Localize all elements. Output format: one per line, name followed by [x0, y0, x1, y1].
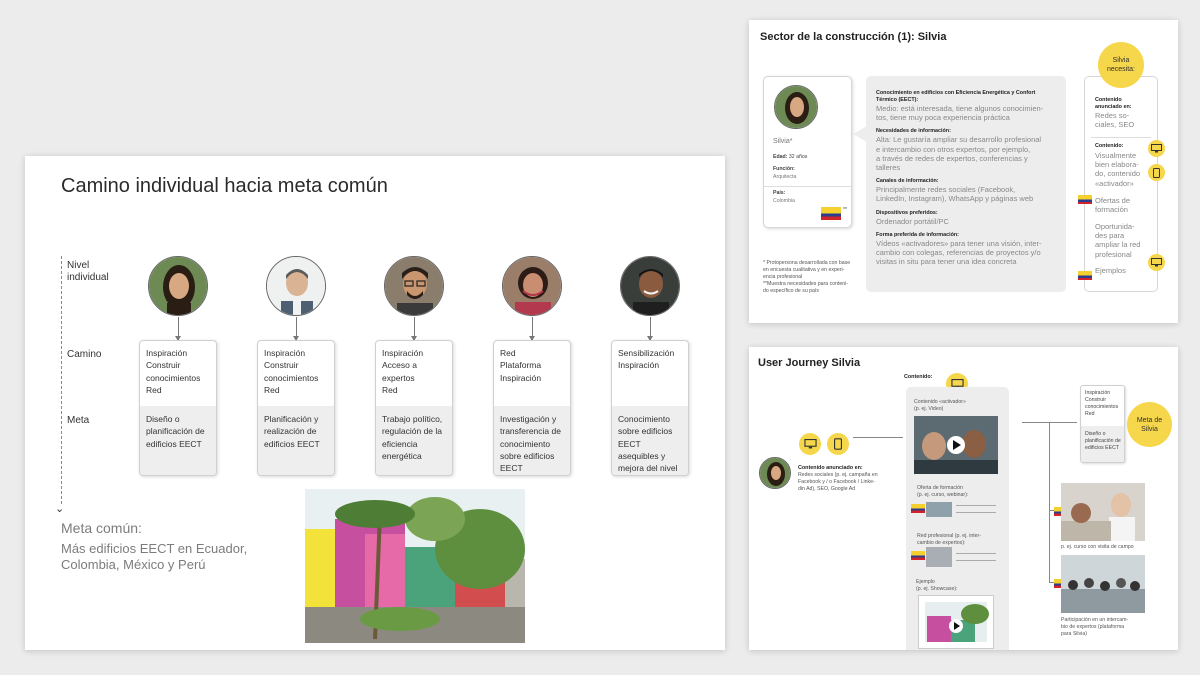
profile-edad: Edad: 32 años	[773, 154, 808, 160]
field-course-photo	[1061, 483, 1145, 541]
meta-text-2: Planificación y realización de edificios…	[264, 414, 320, 449]
avatar-silvia-journey	[759, 457, 791, 489]
journey-slide-title: User Journey Silvia	[758, 357, 861, 369]
row-label-meta: Meta	[67, 415, 90, 426]
needs-panel: Contenido anunciado en: Redes so-ciales, …	[1084, 76, 1165, 292]
connector-3	[1049, 422, 1050, 582]
meta-card: Inspiración Construir conocimientos Red Di…	[1080, 385, 1125, 463]
path-card-5: Sensibilización Inspiración Conocimiento…	[611, 340, 689, 476]
path-card-1: Inspiración Construir conocimientos Red …	[139, 340, 217, 476]
chevron-down-icon: ⌄	[55, 503, 65, 515]
red-thumbnail	[926, 547, 952, 567]
row-label-nivel: Nivel individual	[67, 260, 109, 283]
profile-pais-value: Colombia	[773, 198, 795, 204]
path-card-3: Inspiración Acceso a expertos Red Trabaj…	[375, 340, 453, 476]
connector-1	[853, 437, 903, 438]
row-label-camino: Camino	[67, 349, 102, 360]
profile-pais-label: País:	[773, 190, 786, 196]
expert-exchange-photo	[1061, 555, 1145, 613]
needs-badge: Silvia necesita:	[1098, 42, 1144, 88]
contenido-label: Contenido:	[904, 374, 933, 380]
monitor-icon	[1148, 140, 1165, 157]
meta-text-5: Conocimiento sobre edificios EECT asequi…	[618, 414, 678, 474]
meta-text-3: Trabajo político, regulación de la efici…	[382, 414, 443, 461]
main-slide: Camino individual hacia meta común ⌄ Niv…	[25, 156, 725, 650]
meta-comun-text: Más edificios EECT en Ecuador, Colombia,…	[61, 541, 248, 572]
persona-slide: Sector de la construcción (1): Silvia Si…	[749, 20, 1178, 323]
meta-text-1: Diseño o planificación de edificios EECT	[146, 414, 205, 449]
page-title: Camino individual hacia meta común	[61, 175, 388, 197]
arrow-down-1	[175, 317, 181, 341]
avatar-person-5	[620, 256, 680, 316]
content-column: Contenido «activador» (p. ej. Video) Ofer…	[906, 387, 1009, 650]
persona-slide-title: Sector de la construcción (1): Silvia	[760, 31, 947, 43]
flag-note: **	[843, 207, 848, 213]
monitor-icon-2	[1148, 254, 1165, 271]
building-photo	[305, 489, 525, 643]
caption-campo: p. ej. curso con visita de campo	[1061, 544, 1134, 550]
arrow-down-3	[411, 317, 417, 341]
phone-icon-journey	[827, 433, 849, 455]
avatar-person-2	[266, 256, 326, 316]
arrow-down-4	[529, 317, 535, 341]
persona-details: Conocimiento en edificios con Eficiencia…	[866, 76, 1066, 292]
meta-text-4: Investigación y transferencia de conocim…	[500, 414, 561, 474]
persona-footnote: * Protopersona desarrollada con base en …	[763, 260, 851, 294]
monitor-icon-journey	[799, 433, 821, 455]
arrow-down-2	[293, 317, 299, 341]
profile-name: Silvia*	[773, 138, 793, 145]
profile-card: Silvia* Edad: 32 años Función: Arquitect…	[763, 76, 852, 228]
caption-intercambio: Participación en un intercam- bio de exp…	[1061, 617, 1129, 637]
showcase-card	[918, 595, 994, 649]
journey-slide: User Journey Silvia Contenido anunciado …	[749, 347, 1178, 650]
formacion-thumbnail	[926, 502, 952, 517]
meta-comun-title: Meta común:	[61, 520, 142, 536]
colombia-flag-icon-5	[911, 551, 925, 560]
colombia-flag-icon-3	[1078, 271, 1092, 280]
path-card-2: Inspiración Construir conocimientos Red …	[257, 340, 335, 476]
anunciado-title: Contenido anunciado en:	[798, 465, 863, 471]
speech-pointer	[853, 126, 867, 142]
anunciado-text: Redes sociales (p. ej. campaña en Facebo…	[798, 472, 878, 492]
colombia-flag-icon-4	[911, 504, 925, 513]
avatar-person-4	[502, 256, 562, 316]
video-thumbnail[interactable]	[914, 416, 998, 474]
avatar-silvia	[774, 85, 818, 129]
colombia-flag-icon	[821, 207, 841, 220]
avatar-person-3	[384, 256, 444, 316]
profile-funcion-value: Arquitecta	[773, 174, 797, 180]
meta-badge: Meta de Silvia	[1127, 402, 1172, 447]
phone-icon	[1148, 164, 1165, 181]
profile-funcion-label: Función:	[773, 166, 795, 172]
timeline-line	[61, 256, 62, 504]
arrow-down-5	[647, 317, 653, 341]
path-card-4: Red Plataforma Inspiración Investigación…	[493, 340, 571, 476]
avatar-person-1	[148, 256, 208, 316]
colombia-flag-icon-2	[1078, 195, 1092, 204]
